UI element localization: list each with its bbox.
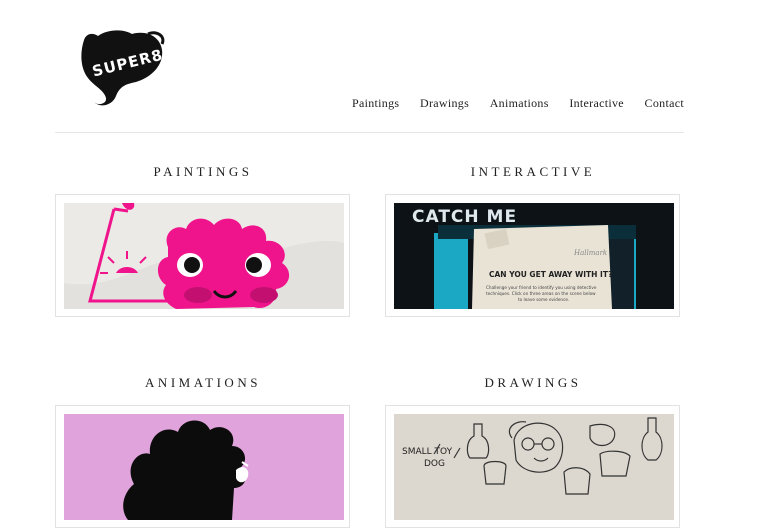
header-divider	[55, 132, 684, 133]
catch-me-text: CATCH ME	[412, 207, 517, 227]
interactive-image: CATCH ME Hallmark CAN YOU GET AWAY WITH …	[394, 203, 674, 309]
thumb-interactive[interactable]: CATCH ME Hallmark CAN YOU GET AWAY WITH …	[385, 194, 680, 317]
section-title-animations: ANIMATIONS	[145, 375, 261, 390]
drawings-label-2: DOG	[424, 459, 445, 469]
section-title-paintings: PAINTINGS	[153, 164, 253, 179]
thumb-animations[interactable]	[55, 405, 350, 528]
main-nav: Paintings Drawings Animations Interactiv…	[352, 96, 684, 111]
nav-interactive[interactable]: Interactive	[569, 96, 624, 111]
hallmark-brand: Hallmark	[573, 249, 607, 257]
thumb-drawings[interactable]: SMALL TOY DOG	[385, 405, 680, 528]
nav-contact[interactable]: Contact	[645, 96, 684, 111]
thumb-paintings[interactable]	[55, 194, 350, 317]
interactive-body-2: techniques. Click on three areas on the …	[486, 291, 596, 296]
drawings-image: SMALL TOY DOG	[394, 414, 674, 520]
nav-paintings[interactable]: Paintings	[352, 96, 399, 111]
logo[interactable]: SUPER8	[76, 26, 168, 110]
nav-drawings[interactable]: Drawings	[420, 96, 469, 111]
drawings-label-1: SMALL TOY	[402, 447, 453, 457]
animations-image	[64, 414, 344, 520]
super8-logo-mark: SUPER8	[81, 30, 165, 106]
interactive-headline: CAN YOU GET AWAY WITH IT?	[489, 270, 612, 279]
paintings-image	[64, 203, 344, 309]
interactive-body-3: to leave some evidence.	[518, 297, 569, 302]
interactive-body-1: Challenge your friend to identify you us…	[486, 285, 597, 290]
nav-animations[interactable]: Animations	[490, 96, 549, 111]
section-title-interactive: INTERACTIVE	[470, 164, 596, 179]
section-title-drawings: DRAWINGS	[484, 375, 582, 390]
